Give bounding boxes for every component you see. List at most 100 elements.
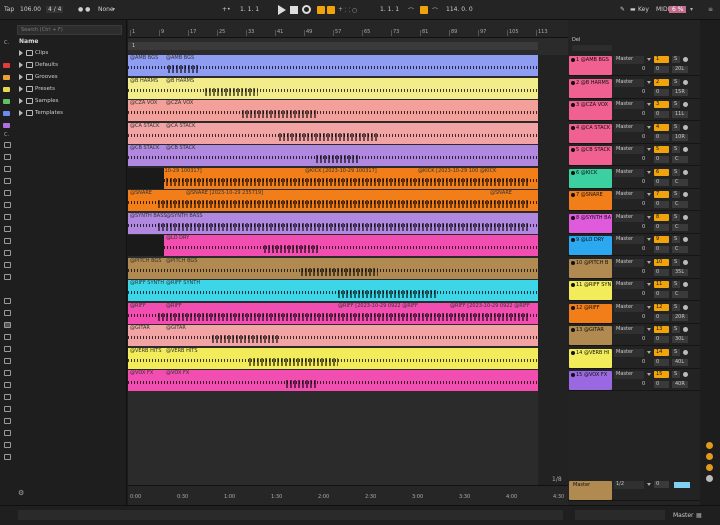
mixer-header-controls[interactable]	[572, 45, 612, 51]
track-number-button[interactable]: 9	[654, 236, 669, 243]
solo-button[interactable]: S	[672, 213, 680, 221]
track-name-button[interactable]: 6 @KICK	[569, 168, 612, 188]
samples-icon[interactable]	[4, 238, 11, 244]
clip-content[interactable]	[128, 152, 538, 166]
volume-field[interactable]: 0	[654, 223, 669, 231]
tree-item-defaults[interactable]: Defaults	[15, 60, 125, 70]
clip-header[interactable]: @AMB BGS @AMB BGS	[128, 55, 538, 62]
volume-field[interactable]: 0	[654, 268, 669, 276]
clip-header[interactable]: @B HARMS @B HARMS	[128, 78, 538, 85]
output-routing-select[interactable]: Master	[614, 281, 651, 289]
track-name-button[interactable]: 5 @CB STACK	[569, 146, 612, 165]
key-map-button[interactable]: Key	[638, 6, 649, 13]
track-number-button[interactable]: 7	[654, 191, 669, 198]
max-for-live-icon[interactable]	[4, 202, 11, 208]
track-name-button[interactable]: 3 @CZA VOX	[569, 101, 612, 120]
folder-icon[interactable]	[4, 418, 11, 424]
track-name-button[interactable]: 2 @B HARMS	[569, 78, 612, 98]
arm-record-icon[interactable]	[683, 57, 688, 62]
solo-button[interactable]: S	[672, 326, 680, 333]
folder-icon[interactable]	[4, 406, 11, 412]
packs-icon[interactable]	[4, 310, 11, 316]
track-activator-icon[interactable]	[571, 103, 575, 107]
track-activator-icon[interactable]	[571, 283, 575, 287]
folder-icon[interactable]	[4, 394, 11, 400]
folder-icon[interactable]	[4, 442, 11, 448]
pan-field[interactable]: C	[672, 291, 688, 298]
loop-brace[interactable]: 1	[128, 42, 538, 50]
add-folder-icon[interactable]: ⚙	[18, 489, 24, 497]
loop-start-field[interactable]: 1. 1. 1	[380, 6, 399, 13]
solo-button[interactable]: S	[672, 348, 680, 356]
arm-record-icon[interactable]	[683, 259, 688, 265]
user-library-icon[interactable]	[4, 322, 11, 328]
volume-field[interactable]: 0	[654, 156, 669, 163]
time-ruler[interactable]: 1/8 0:00 0:30 1:00 1:30 2:00 2:30 3:00 3:30 4:00…	[128, 476, 568, 505]
volume-field[interactable]: 0	[654, 201, 669, 208]
track-lane[interactable]: @B HARMS @B HARMS	[128, 77, 538, 99]
clip-header[interactable]: @RIFF SYNTH @RIFF SYNTH	[128, 280, 538, 287]
clip-content[interactable]	[128, 175, 538, 189]
solo-button[interactable]: S	[672, 168, 680, 176]
arm-record-icon[interactable]	[683, 102, 688, 107]
arm-record-icon[interactable]	[683, 237, 688, 242]
time-signature-field[interactable]: 4 / 4	[46, 6, 64, 13]
folder-icon[interactable]	[4, 346, 11, 352]
solo-button[interactable]: S	[672, 236, 680, 243]
clip-content[interactable]	[128, 242, 538, 256]
mixer-track-row[interactable]: 2 @B HARMS Master 2 S 0 0 15R	[568, 78, 700, 99]
midi-effects-icon[interactable]	[4, 190, 11, 196]
track-number-button[interactable]: 11	[654, 281, 669, 288]
solo-button[interactable]: S	[672, 281, 680, 288]
clip-header[interactable]: @CB STACK @CB STACK	[128, 145, 538, 152]
track-lane[interactable]: @GITAR @GITAR	[128, 325, 538, 346]
loop-switch-button[interactable]	[420, 6, 428, 14]
track-name-button[interactable]: 13 @GITAR	[569, 326, 612, 345]
volume-field[interactable]: 0	[654, 313, 669, 321]
pan-field[interactable]: 20R	[672, 313, 688, 321]
track-activator-icon[interactable]	[571, 350, 575, 355]
track-number-button[interactable]: 6	[654, 168, 669, 176]
folder-icon[interactable]	[4, 430, 11, 436]
track-number-button[interactable]: 1	[654, 56, 669, 63]
track-activator-icon[interactable]	[571, 58, 575, 62]
track-number-button[interactable]: 5	[654, 146, 669, 153]
clip-content[interactable]	[128, 130, 538, 144]
clip-header[interactable]: @GITAR @GITAR	[128, 325, 538, 332]
track-name-button[interactable]: 4 @CA STACK	[569, 123, 612, 143]
volume-field[interactable]: 0	[654, 111, 669, 118]
track-lane[interactable]: @VERB HITS @VERB HITS	[128, 347, 538, 369]
pan-field[interactable]: C	[672, 201, 688, 208]
clip-header[interactable]: @SNARE @SNARE [2023-10-29 235719] @SNARE	[128, 190, 538, 197]
pan-field[interactable]: C	[672, 178, 688, 186]
pan-field[interactable]: 15R	[672, 88, 688, 96]
chevron-right-icon[interactable]	[19, 62, 23, 68]
output-routing-select[interactable]: Master	[614, 326, 651, 334]
arm-record-icon[interactable]	[683, 214, 688, 220]
clip-header[interactable]: @KICK [2023-10-29 100317] @KICK [2023-10-…	[128, 168, 538, 175]
track-lane[interactable]: @RIFF SYNTH @RIFF SYNTH	[128, 280, 538, 301]
chevron-down-icon[interactable]: ▾	[690, 6, 693, 13]
tunings-icon[interactable]	[4, 262, 11, 268]
tree-item-presets[interactable]: Presets	[15, 84, 125, 94]
volume-field[interactable]: 0	[654, 66, 669, 73]
mixer-track-row[interactable]: 3 @CZA VOX Master 3 S 0 0 11L	[568, 100, 700, 121]
track-activator-icon[interactable]	[571, 373, 575, 377]
clip-content[interactable]	[128, 332, 538, 346]
output-routing-select[interactable]: Master	[614, 213, 651, 222]
track-activator-icon[interactable]	[571, 125, 575, 130]
clip-header[interactable]: @PITCH BGS @PITCH BGS	[128, 258, 538, 265]
track-lane[interactable]: @AMB BGS @AMB BGS	[128, 55, 538, 76]
play-button[interactable]	[278, 5, 286, 15]
clip-header[interactable]: @SYNTH BASS @SYNTH BASS	[128, 213, 538, 220]
punch-out-icon[interactable]: ⌒	[432, 6, 438, 15]
stop-button[interactable]	[290, 6, 298, 14]
overdub-button[interactable]	[317, 6, 325, 14]
pan-field[interactable]: 40R	[672, 381, 688, 388]
midi-map-button[interactable]: MIDI	[656, 6, 669, 13]
track-number-button[interactable]: 12	[654, 303, 669, 311]
track-activator-icon[interactable]	[571, 148, 575, 152]
io-toggle-icon[interactable]	[706, 442, 713, 449]
clip-content[interactable]	[128, 355, 538, 369]
clip-content[interactable]	[128, 85, 538, 99]
